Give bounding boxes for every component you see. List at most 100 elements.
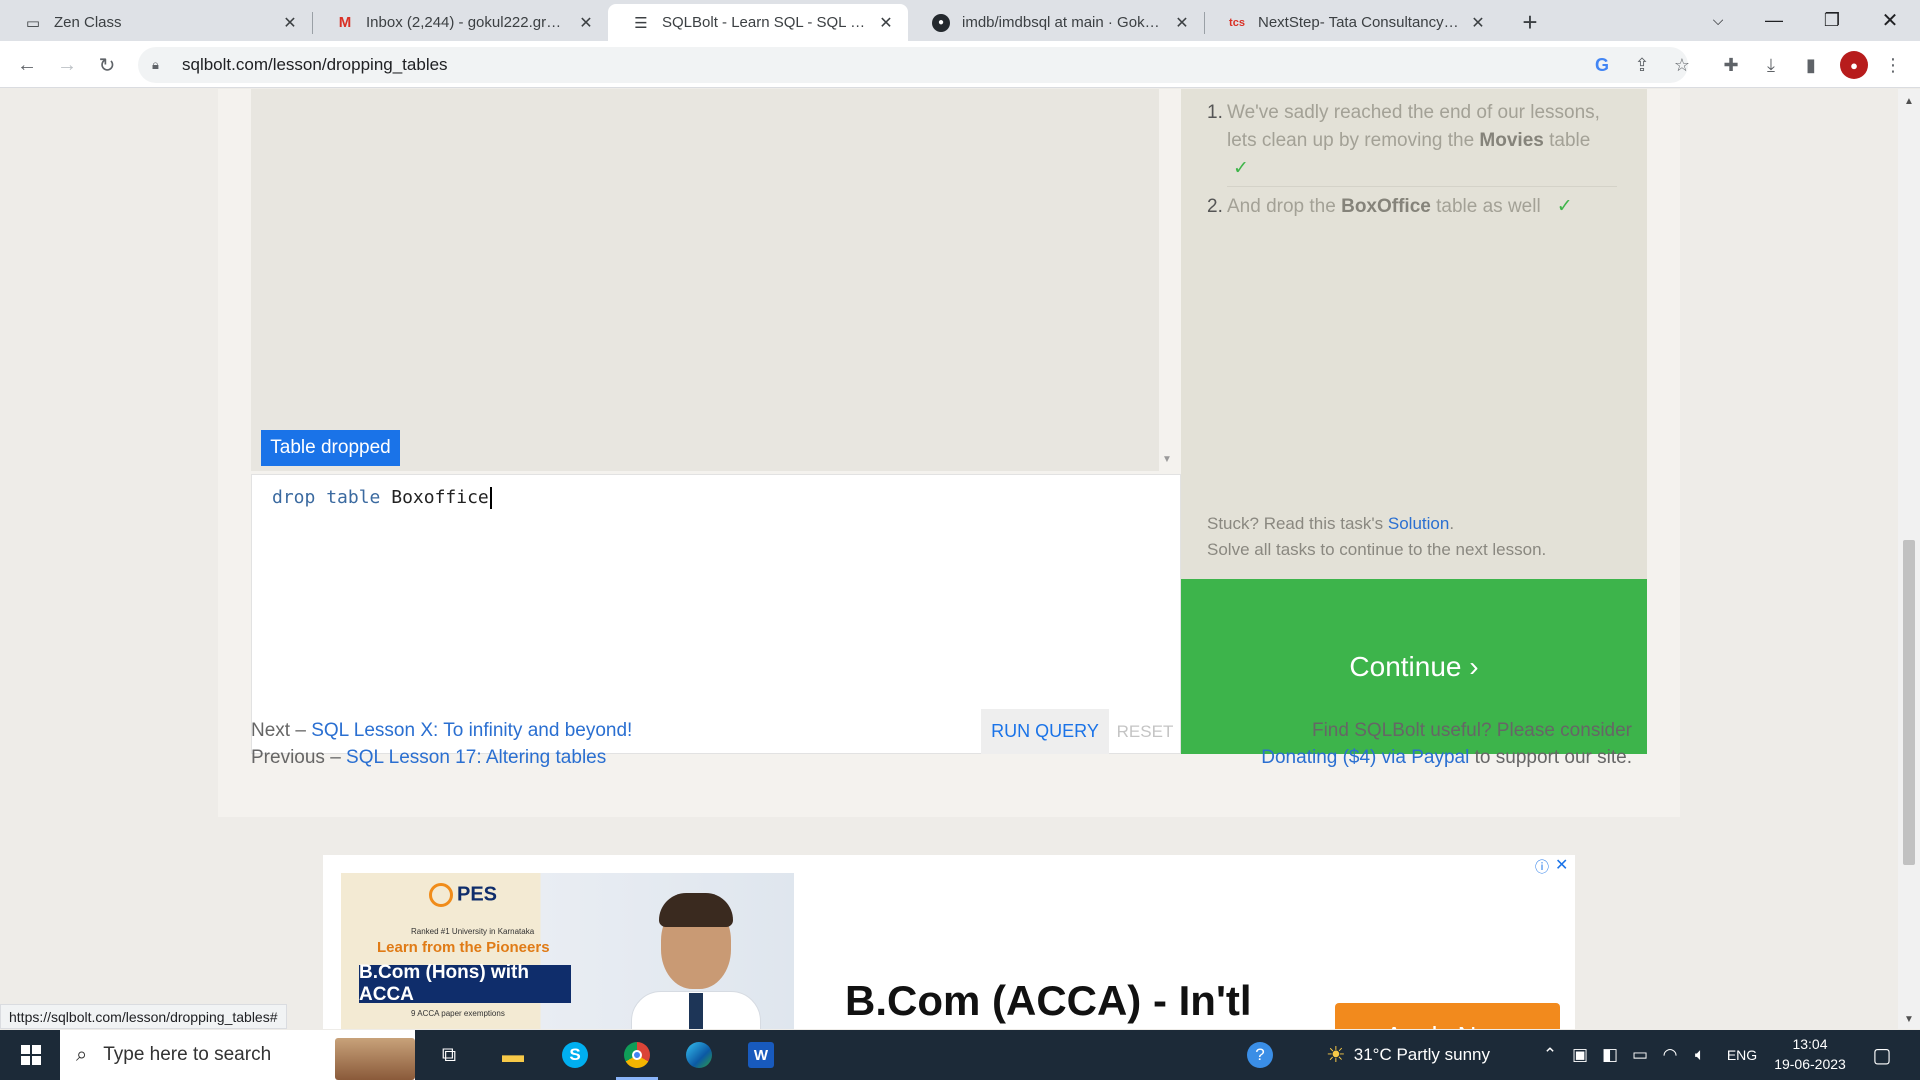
- task-table-name: BoxOffice: [1341, 196, 1431, 217]
- close-icon[interactable]: ✕: [576, 13, 596, 33]
- google-lens-icon[interactable]: G: [1586, 47, 1618, 83]
- system-clock[interactable]: 13:04 19-06-2023: [1770, 1034, 1850, 1074]
- run-query-button[interactable]: RUN QUERY: [981, 709, 1109, 754]
- notifications-icon[interactable]: ▢: [1862, 1030, 1902, 1080]
- donate-link[interactable]: Donating ($4) via Paypal: [1261, 747, 1469, 768]
- minimize-icon[interactable]: —: [1746, 0, 1802, 41]
- ad-person-photo: [631, 881, 761, 1029]
- taskbar-search-box[interactable]: ⌕ Type here to search: [60, 1030, 415, 1080]
- file-explorer-icon[interactable]: ▬: [484, 1030, 542, 1080]
- tab-title: imdb/imdbsql at main · Gokulraj0: [962, 14, 1166, 31]
- text-caret: [489, 487, 492, 509]
- menu-kebab-icon[interactable]: ⋮: [1876, 48, 1910, 82]
- tab-title: NextStep- Tata Consultancy Services: [1258, 14, 1462, 31]
- browser-toolbar: ← → ↻ 🔒︎ sqlbolt.com/lesson/dropping_tab…: [0, 41, 1920, 88]
- windows-start-icon[interactable]: [14, 1030, 48, 1080]
- chrome-icon[interactable]: [608, 1030, 666, 1080]
- task-number: 2.: [1207, 196, 1223, 217]
- database-icon: ☰: [634, 14, 648, 32]
- reset-button[interactable]: RESET: [1109, 709, 1181, 754]
- profile-avatar[interactable]: ●: [1840, 51, 1868, 79]
- ad-close-icon[interactable]: ✕: [1555, 855, 1568, 875]
- donate-suffix: to support our site.: [1469, 747, 1632, 768]
- forward-arrow-icon[interactable]: →: [50, 48, 84, 82]
- reload-icon[interactable]: ↻: [90, 48, 124, 82]
- ad-apply-button[interactable]: Apply Now: [1335, 1003, 1560, 1029]
- pes-logo: PES: [429, 883, 497, 907]
- partly-sunny-icon: ☀: [1326, 1042, 1346, 1067]
- weather-widget[interactable]: ☀ 31°C Partly sunny: [1326, 1030, 1526, 1080]
- download-icon[interactable]: ⤓: [1754, 48, 1788, 82]
- pes-logo-icon: [429, 883, 453, 907]
- restore-icon[interactable]: ❐: [1804, 0, 1860, 41]
- task-item: 2. And drop the BoxOffice table as well ✓: [1207, 193, 1627, 221]
- scroll-down-icon[interactable]: ▼: [1898, 1010, 1920, 1028]
- close-window-icon[interactable]: ✕: [1862, 0, 1918, 41]
- sql-editor[interactable]: drop table Boxoffice RUN QUERY RESET: [251, 474, 1181, 754]
- results-scroll-down-icon[interactable]: ▼: [1162, 454, 1172, 465]
- sql-identifier: Boxoffice: [391, 487, 489, 508]
- status-badge: Table dropped: [261, 430, 400, 466]
- tab-zen-class[interactable]: ▭ Zen Class ✕: [0, 4, 312, 41]
- tab-title: Inbox (2,244) - gokul222.gr@gmail.com: [366, 14, 570, 31]
- tab-tcs-nextstep[interactable]: tcs NextStep- Tata Consultancy Services …: [1204, 4, 1500, 41]
- clock-date: 19-06-2023: [1774, 1056, 1846, 1072]
- solution-link[interactable]: Solution: [1388, 514, 1449, 533]
- new-tab-plus-icon[interactable]: +: [1512, 4, 1548, 40]
- sql-keyword: table: [326, 487, 381, 508]
- pes-brand: PES: [457, 883, 498, 906]
- close-icon[interactable]: ✕: [1172, 13, 1192, 33]
- side-panel-icon[interactable]: ▮: [1794, 48, 1828, 82]
- next-lesson-link[interactable]: SQL Lesson X: To infinity and beyond!: [311, 720, 632, 741]
- show-hidden-icons-chevron-up-icon[interactable]: ⌃: [1536, 1030, 1564, 1080]
- github-icon: ●: [932, 13, 950, 32]
- tab-github[interactable]: ● imdb/imdbsql at main · Gokulraj0 ✕: [908, 4, 1204, 41]
- bookmark-star-icon[interactable]: ☆: [1666, 47, 1698, 83]
- ad-headline[interactable]: B.Com (ACCA) - In'tl: [845, 977, 1252, 1025]
- donation-note: Find SQLBolt useful? Please consider Don…: [1261, 717, 1632, 771]
- share-icon[interactable]: ⇪: [1626, 47, 1658, 83]
- useful-text: Find SQLBolt useful? Please consider: [1311, 720, 1632, 741]
- task-view-icon[interactable]: ⧉: [420, 1030, 478, 1080]
- task-text: table: [1543, 130, 1591, 151]
- tab-search-chevron-down-icon[interactable]: ⌵: [1690, 0, 1746, 41]
- back-arrow-icon[interactable]: ←: [10, 48, 44, 82]
- ad-image[interactable]: PES Ranked #1 University in Karnataka Le…: [341, 873, 794, 1029]
- scrollbar-thumb[interactable]: [1903, 540, 1915, 865]
- skype-icon[interactable]: S: [546, 1030, 604, 1080]
- volume-icon[interactable]: 🔈︎: [1686, 1030, 1714, 1080]
- tab-sqlbolt[interactable]: ☰ SQLBolt - Learn SQL - SQL Lesson 18: D…: [608, 4, 908, 41]
- checkmark-icon: ✓: [1556, 196, 1573, 217]
- tab-gmail-inbox[interactable]: M Inbox (2,244) - gokul222.gr@gmail.com …: [312, 4, 608, 41]
- checkmark-icon: ✓: [1233, 158, 1249, 179]
- meet-now-icon[interactable]: ◧: [1596, 1030, 1624, 1080]
- close-icon[interactable]: ✕: [1468, 13, 1488, 33]
- scroll-up-icon[interactable]: ▲: [1898, 92, 1920, 110]
- gmail-icon: M: [338, 14, 352, 31]
- extensions-puzzle-icon[interactable]: ✚: [1714, 48, 1748, 82]
- ad-info-icon[interactable]: ⓘ: [1535, 857, 1549, 877]
- ad-ranked-text: Ranked #1 University in Karnataka: [411, 927, 535, 936]
- tab-title: SQLBolt - Learn SQL - SQL Lesson 18: Dro…: [662, 14, 870, 31]
- search-placeholder: Type here to search: [103, 1044, 272, 1065]
- battery-icon[interactable]: ▭: [1626, 1030, 1654, 1080]
- query-results-pane: [251, 89, 1159, 471]
- close-icon[interactable]: ✕: [280, 13, 300, 33]
- word-icon[interactable]: W: [732, 1030, 790, 1080]
- ad-tagline: Learn from the Pioneers: [377, 939, 550, 956]
- wifi-icon[interactable]: ◠: [1656, 1030, 1684, 1080]
- sql-code[interactable]: drop table Boxoffice: [272, 487, 492, 509]
- previous-lesson-link[interactable]: SQL Lesson 17: Altering tables: [346, 747, 606, 768]
- edge-icon[interactable]: [670, 1030, 728, 1080]
- help-icon[interactable]: ?: [1240, 1030, 1280, 1080]
- stuck-prefix: Stuck? Read this task's: [1207, 514, 1388, 533]
- network-status-icon[interactable]: ▣: [1566, 1030, 1594, 1080]
- stuck-help-text: Stuck? Read this task's Solution. Solve …: [1207, 511, 1546, 563]
- next-prefix: Next –: [251, 720, 312, 741]
- input-language[interactable]: ENG: [1722, 1030, 1762, 1080]
- advertisement-banner[interactable]: PES Ranked #1 University in Karnataka Le…: [323, 855, 1575, 1029]
- stuck-suffix: .: [1449, 514, 1455, 533]
- lock-icon: 🔒︎: [152, 57, 159, 72]
- close-icon[interactable]: ✕: [876, 13, 896, 33]
- address-bar[interactable]: 🔒︎ sqlbolt.com/lesson/dropping_tables: [138, 47, 1688, 83]
